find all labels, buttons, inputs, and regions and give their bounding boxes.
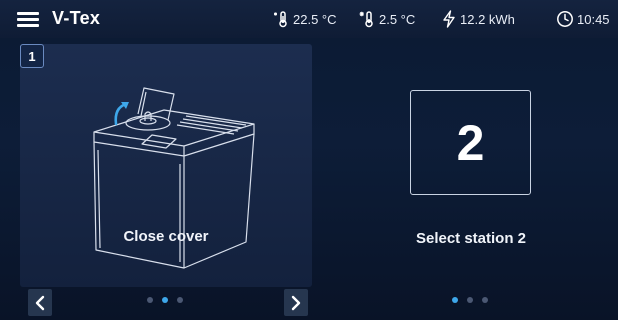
chevron-left-icon bbox=[35, 295, 45, 310]
chevron-right-icon bbox=[291, 295, 301, 310]
energy-value: 12.2 kWh bbox=[460, 11, 515, 27]
pager-dot-active bbox=[452, 297, 458, 303]
clock-time: 10:45 bbox=[577, 11, 610, 27]
inside-temperature-status: 22.5 °C bbox=[272, 10, 337, 28]
outside-temperature-value: 2.5 °C bbox=[379, 11, 416, 27]
pager-dot bbox=[177, 297, 183, 303]
hamburger-menu-icon[interactable] bbox=[17, 12, 39, 28]
right-pager-dots bbox=[452, 297, 488, 303]
inside-temperature-value: 22.5 °C bbox=[293, 11, 337, 27]
clock-icon bbox=[557, 11, 573, 27]
top-status-bar: V-Tex 22.5 °C 2.5 °C 12.2 kWh 10:45 bbox=[0, 0, 618, 38]
thermometer-icon bbox=[274, 11, 287, 28]
pager-dot bbox=[467, 297, 473, 303]
clock-status: 10:45 bbox=[556, 10, 610, 28]
pager-dot bbox=[482, 297, 488, 303]
energy-status: 12.2 kWh bbox=[441, 10, 515, 28]
lightning-icon bbox=[443, 10, 455, 28]
pager-dot-active bbox=[162, 297, 168, 303]
thermometer-snow-icon bbox=[359, 11, 373, 28]
previous-button[interactable] bbox=[28, 289, 52, 316]
select-station-instruction: Select station 2 bbox=[415, 230, 527, 247]
step-number-badge: 1 bbox=[20, 44, 44, 68]
station-number-button[interactable]: 2 bbox=[410, 90, 531, 195]
outside-temperature-status: 2.5 °C bbox=[358, 10, 415, 28]
close-cover-instruction: Close cover bbox=[123, 228, 209, 245]
left-pager-dots bbox=[147, 297, 183, 303]
pager-dot bbox=[147, 297, 153, 303]
next-button[interactable] bbox=[284, 289, 308, 316]
app-title: V-Tex bbox=[52, 8, 101, 28]
